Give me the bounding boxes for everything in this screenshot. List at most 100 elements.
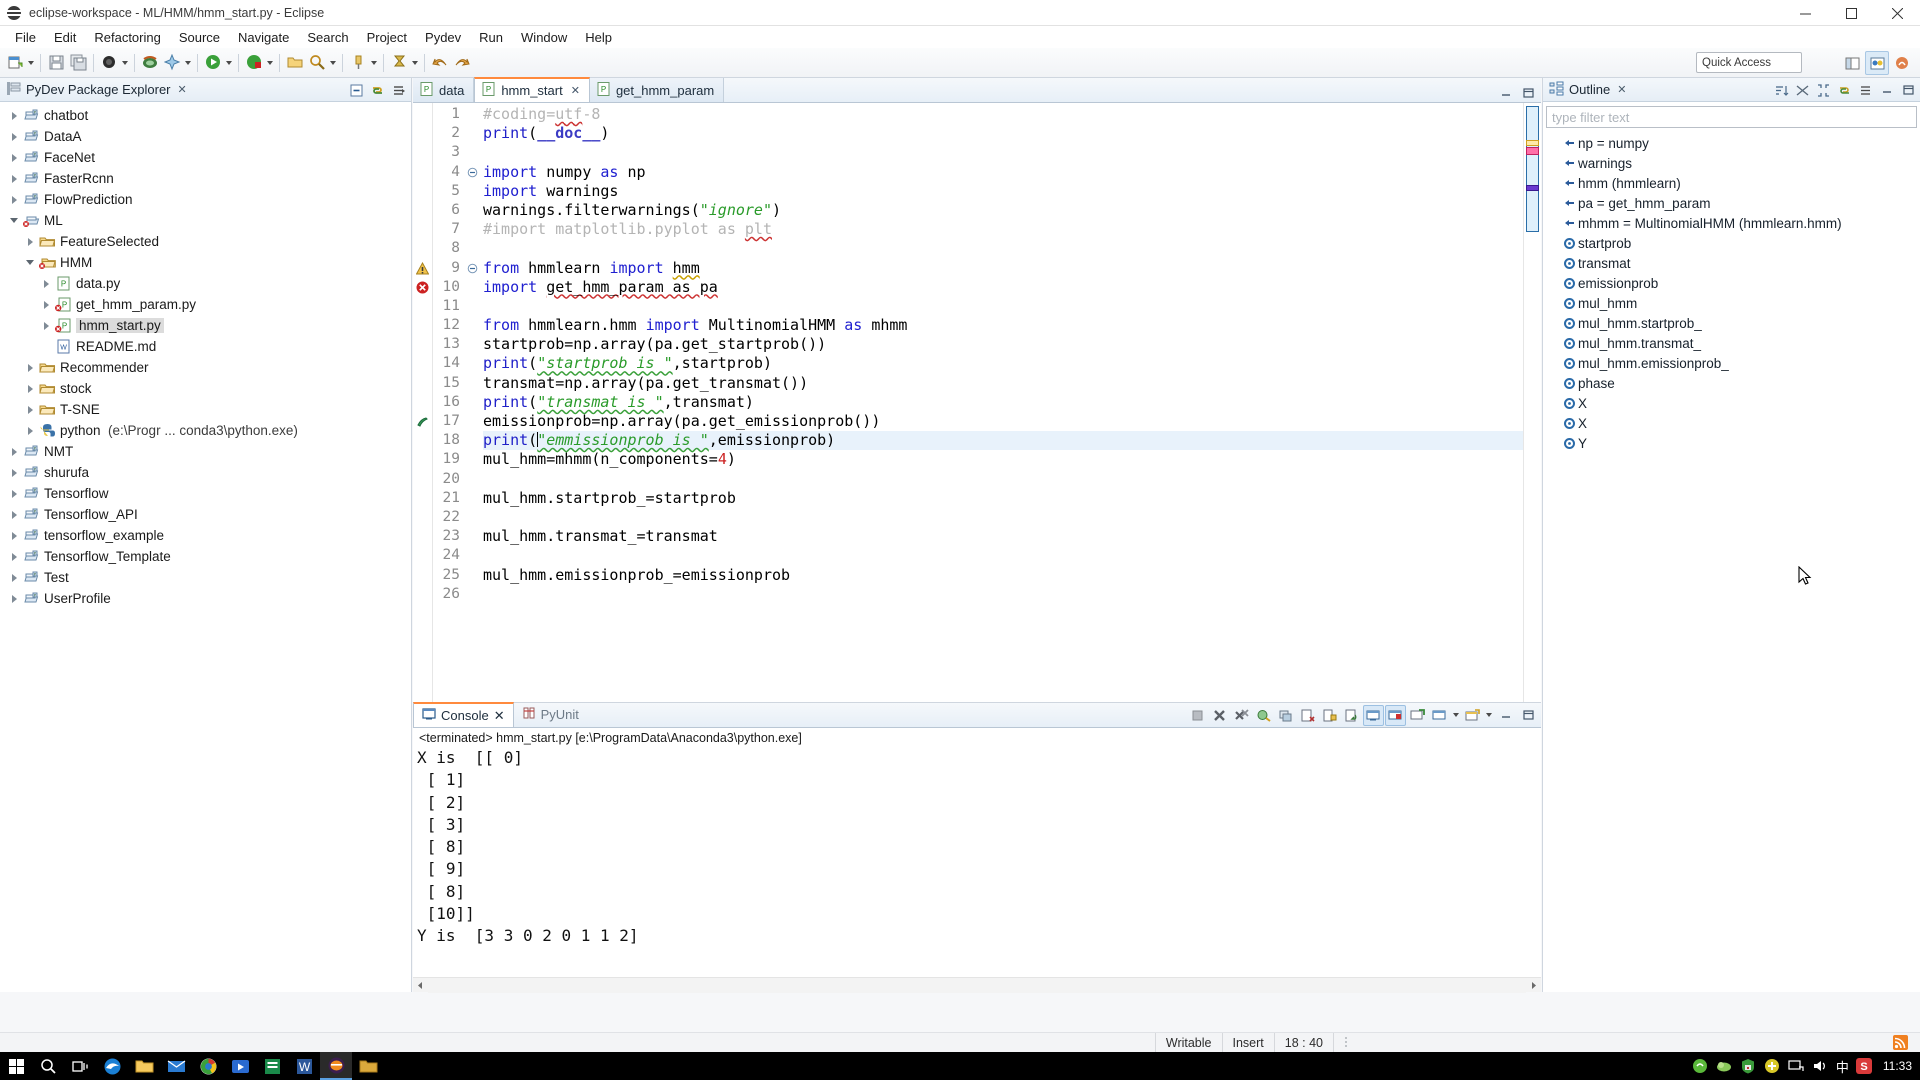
pin-console-icon[interactable] (1275, 705, 1296, 726)
outline-item[interactable]: phase (1543, 373, 1920, 393)
code-line[interactable] (483, 546, 1523, 565)
perspective-java-button[interactable] (1890, 51, 1914, 75)
tree-item[interactable]: Pchatbot (0, 105, 411, 126)
outline-item[interactable]: emissionprob (1543, 273, 1920, 293)
file-explorer-icon[interactable] (128, 1052, 160, 1080)
outline-minimize-icon[interactable] (1877, 81, 1896, 100)
tray-shield-icon[interactable] (1740, 1058, 1757, 1075)
new-console-icon[interactable] (1462, 705, 1483, 726)
clear-console-icon[interactable] (1297, 705, 1318, 726)
outline-link-icon[interactable] (1835, 81, 1854, 100)
code-line[interactable]: #import matplotlib.pyplot as plt (483, 220, 1523, 239)
chevron-right-icon[interactable] (22, 231, 38, 252)
search-dropdown[interactable] (328, 52, 338, 74)
outline-item[interactable]: transmat (1543, 253, 1920, 273)
code-line[interactable]: mul_hmm.emissionprob_=emissionprob (483, 566, 1523, 585)
code-line[interactable]: startprob=np.array(pa.get_startprob()) (483, 335, 1523, 354)
outline-item[interactable]: mul_hmm.startprob_ (1543, 313, 1920, 333)
menu-run[interactable]: Run (470, 28, 512, 47)
chevron-down-icon[interactable] (6, 210, 22, 231)
chevron-right-icon[interactable] (6, 588, 22, 609)
tree-item[interactable]: python (e:\Progr ... conda3\python.exe) (0, 420, 411, 441)
outline-item[interactable]: np = numpy (1543, 133, 1920, 153)
tree-item[interactable]: P FlowPrediction (0, 189, 411, 210)
code-line[interactable]: warnings.filterwarnings("ignore") (483, 201, 1523, 220)
tree-item[interactable]: P Tensorflow_API (0, 504, 411, 525)
menu-search[interactable]: Search (298, 28, 357, 47)
editor-tab-get_hmm_param[interactable]: Pget_hmm_param (589, 78, 725, 102)
tray-network-icon[interactable] (1788, 1058, 1805, 1075)
back-button[interactable] (429, 52, 451, 74)
code-line[interactable] (483, 239, 1523, 258)
minimize-button[interactable] (1782, 0, 1828, 26)
next-annotation-button[interactable] (388, 52, 410, 74)
remove-launch-icon[interactable] (1209, 705, 1230, 726)
editor-maximize-icon[interactable] (1518, 83, 1537, 102)
console-menu-arrow-1[interactable] (1451, 704, 1461, 726)
code-line[interactable]: import get_hmm_param as pa (483, 278, 1523, 297)
word-wrap-icon[interactable] (1341, 705, 1362, 726)
overview-ruler[interactable] (1523, 103, 1541, 741)
open-folder-button[interactable] (284, 52, 306, 74)
chevron-right-icon[interactable] (22, 357, 38, 378)
menu-project[interactable]: Project (358, 28, 416, 47)
tree-item[interactable]: P Test (0, 567, 411, 588)
outline-item[interactable]: mul_hmm (1543, 293, 1920, 313)
code-line[interactable]: #coding=utf-8 (483, 105, 1523, 124)
chevron-right-icon[interactable] (22, 420, 38, 441)
fold-collapse-icon[interactable] (465, 259, 479, 278)
menu-pydev[interactable]: Pydev (416, 28, 470, 47)
console-menu-arrow-2[interactable] (1484, 704, 1494, 726)
new-wizard-dropdown[interactable] (26, 52, 36, 74)
code-line[interactable]: print("transmat is ",transmat) (483, 393, 1523, 412)
edge-browser-icon[interactable] (96, 1052, 128, 1080)
profile-dropdown[interactable] (265, 52, 275, 74)
tray-ime-indicator[interactable]: 中 (1836, 1057, 1849, 1076)
code-line[interactable]: emissionprob=np.array(pa.get_emissionpro… (483, 412, 1523, 431)
folding-ruler[interactable] (465, 103, 479, 741)
word-icon[interactable]: W (288, 1052, 320, 1080)
forward-button[interactable] (451, 52, 473, 74)
tab-pyunit[interactable]: PyUnit (514, 702, 587, 727)
chevron-right-icon[interactable] (6, 483, 22, 504)
debug-button[interactable] (98, 52, 120, 74)
eclipse-taskbar-icon[interactable] (320, 1052, 352, 1080)
run-dropdown[interactable] (224, 52, 234, 74)
new-wizard-button[interactable] (4, 52, 26, 74)
external-tools-dropdown[interactable] (183, 52, 193, 74)
save-all-button[interactable] (67, 52, 89, 74)
tab-console[interactable]: Console ✕ (413, 702, 514, 727)
tree-item[interactable]: P UserProfile (0, 588, 411, 609)
outline-filter-input[interactable]: type filter text (1546, 106, 1917, 128)
chevron-right-icon[interactable] (6, 462, 22, 483)
chevron-right-icon[interactable] (22, 399, 38, 420)
link-with-editor-icon[interactable] (368, 81, 387, 100)
tree-item[interactable]: Ptensorflow_example (0, 525, 411, 546)
chevron-right-icon[interactable] (6, 525, 22, 546)
outline-close-icon[interactable]: ✕ (1617, 83, 1626, 96)
save-button[interactable] (45, 52, 67, 74)
menu-source[interactable]: Source (170, 28, 229, 47)
search-button[interactable] (306, 52, 328, 74)
mail-icon[interactable] (160, 1052, 192, 1080)
remove-all-launches-icon[interactable] (1231, 705, 1252, 726)
outline-item[interactable]: X (1543, 393, 1920, 413)
chevron-right-icon[interactable] (38, 294, 54, 315)
open-console-dropdown-icon[interactable] (1429, 705, 1450, 726)
editor-tab-hmm_start[interactable]: Phmm_start ✕ (474, 77, 590, 102)
chevron-right-icon[interactable] (6, 126, 22, 147)
outline-item[interactable]: hmm (hmmlearn) (1543, 173, 1920, 193)
chevron-right-icon[interactable] (6, 441, 22, 462)
notes-app-icon[interactable] (256, 1052, 288, 1080)
start-button[interactable] (0, 1052, 32, 1080)
pin-button[interactable] (347, 52, 369, 74)
outline-tab[interactable]: Outline ✕ (1543, 78, 1920, 102)
run-button[interactable] (202, 52, 224, 74)
outline-item[interactable]: startprob (1543, 233, 1920, 253)
menu-file[interactable]: File (6, 28, 45, 47)
tray-cloud-icon[interactable] (1716, 1058, 1733, 1075)
code-line[interactable] (483, 297, 1523, 316)
tree-item[interactable]: P FaceNet (0, 147, 411, 168)
tree-item[interactable]: P NMT (0, 441, 411, 462)
coverage-button[interactable] (139, 52, 161, 74)
